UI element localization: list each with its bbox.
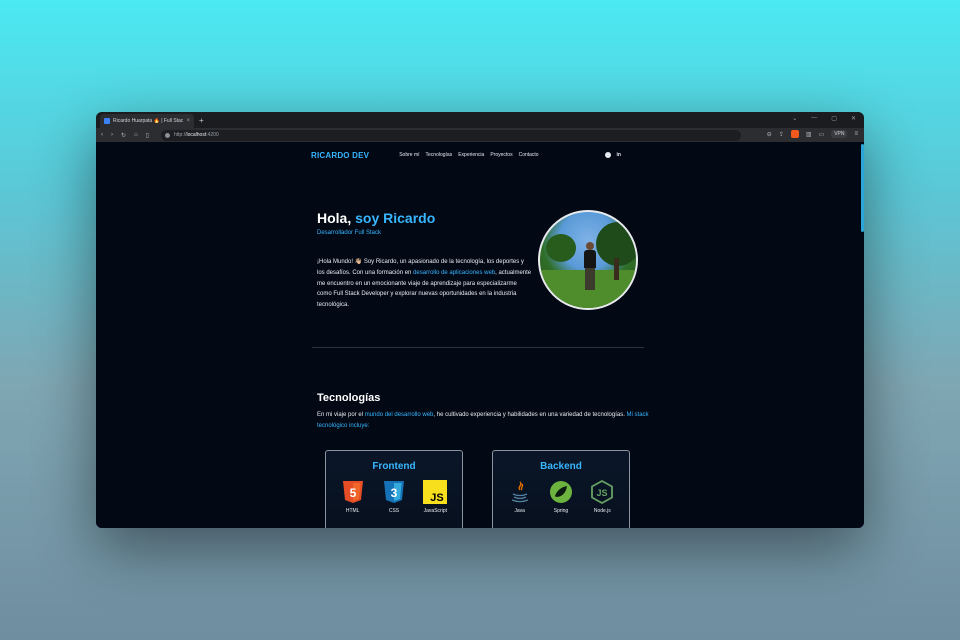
new-tab-button[interactable]: + <box>199 116 204 125</box>
site-info-icon[interactable] <box>164 132 170 138</box>
back-icon[interactable]: ‹ <box>101 132 103 138</box>
close-window-button[interactable]: ✕ <box>851 115 856 122</box>
browser-toolbar: ‹ › ↻ ⌂ ▯ http://localhost:4200 ⊖ ⇪ ▥ ▭ … <box>96 128 864 142</box>
zoom-icon[interactable]: ⊖ <box>767 131 772 138</box>
wallet-icon[interactable]: ▭ <box>819 131 825 138</box>
tech-item-css: 3 CSS <box>374 480 414 514</box>
tech-section-text: En mi viaje por el mundo del desarrollo … <box>317 412 649 429</box>
sidebar-icon[interactable]: ▥ <box>806 131 812 138</box>
spring-icon <box>549 480 573 504</box>
html5-icon: 5 <box>341 480 365 504</box>
svg-text:5: 5 <box>349 486 356 500</box>
svg-text:3: 3 <box>391 486 398 500</box>
tech-item-nodejs: JS Node.js <box>582 480 622 514</box>
java-icon <box>508 480 532 504</box>
vpn-button[interactable]: VPN <box>831 130 848 138</box>
tech-item-java: Java <box>500 480 540 514</box>
nav-link-tecnologias[interactable]: Tecnologías <box>426 152 453 158</box>
svg-text:JS: JS <box>431 492 444 504</box>
tab-bar: Ricardo Huarpata 🔥 | Full Stack × + ⌄ — … <box>96 112 864 128</box>
hero-title: Hola, soy Ricardo <box>317 210 436 226</box>
browser-tab[interactable]: Ricardo Huarpata 🔥 | Full Stack × <box>100 114 194 128</box>
hero-description: ¡Hola Mundo! 👋🏼 Soy Ricardo, un apasiona… <box>317 259 532 309</box>
hero-subtitle: Desarrollador Full Stack <box>317 230 382 236</box>
maximize-button[interactable]: ▢ <box>831 115 837 122</box>
nav-link-experiencia[interactable]: Experiencia <box>458 152 484 158</box>
reload-icon[interactable]: ↻ <box>121 132 126 139</box>
section-divider <box>312 347 644 348</box>
url-text: http://localhost:4200 <box>173 132 219 138</box>
tech-item-spring: Spring <box>541 480 581 514</box>
minimize-button[interactable]: — <box>811 115 817 122</box>
share-icon[interactable]: ⇪ <box>779 131 784 138</box>
social-icons: in <box>604 152 621 158</box>
tech-item-html: 5 HTML <box>333 480 373 514</box>
site-nav: RICARDO DEV Sobre mí Tecnologías Experie… <box>311 148 621 162</box>
nav-links: Sobre mí Tecnologías Experiencia Proyect… <box>399 152 538 158</box>
menu-icon[interactable]: ≡ <box>854 131 858 137</box>
tech-item-javascript: JS JavaScript <box>415 480 455 514</box>
javascript-icon: JS <box>423 480 448 504</box>
forward-icon[interactable]: › <box>111 132 113 138</box>
page-viewport: RICARDO DEV Sobre mí Tecnologías Experie… <box>96 142 864 528</box>
browser-window: Ricardo Huarpata 🔥 | Full Stack × + ⌄ — … <box>96 112 864 528</box>
nav-link-proyectos[interactable]: Proyectos <box>490 152 512 158</box>
site-logo[interactable]: RICARDO DEV <box>311 151 369 160</box>
css3-icon: 3 <box>382 480 406 504</box>
brave-shields-icon[interactable] <box>790 130 799 138</box>
bookmark-icon[interactable]: ▯ <box>146 132 149 139</box>
address-bar[interactable]: http://localhost:4200 <box>160 129 741 141</box>
tech-section-title: Tecnologías <box>317 392 381 404</box>
window-controls: ⌄ — ▢ ✕ <box>792 115 856 122</box>
card-title: Backend <box>540 461 582 472</box>
profile-photo <box>538 210 638 310</box>
tab-title: Ricardo Huarpata 🔥 | Full Stack <box>113 118 184 124</box>
tab-search-button[interactable]: ⌄ <box>792 115 797 122</box>
svg-text:JS: JS <box>597 488 608 498</box>
frontend-card: Frontend 5 HTML 3 CSS JS JavaScript <box>325 450 463 528</box>
home-icon[interactable]: ⌂ <box>134 132 138 138</box>
nav-link-contacto[interactable]: Contacto <box>519 152 539 158</box>
card-title: Frontend <box>372 461 416 472</box>
nodejs-icon: JS <box>590 480 614 504</box>
toolbar-right: ⊖ ⇪ ▥ ▭ VPN ≡ <box>767 130 858 138</box>
scrollbar[interactable] <box>861 144 864 232</box>
github-icon[interactable] <box>604 152 611 158</box>
favicon-icon <box>104 118 110 124</box>
backend-card: Backend Java Spring JS Node.js <box>492 450 630 528</box>
tab-close-icon[interactable]: × <box>186 118 190 124</box>
linkedin-icon[interactable]: in <box>617 152 621 158</box>
nav-link-sobre-mi[interactable]: Sobre mí <box>399 152 419 158</box>
